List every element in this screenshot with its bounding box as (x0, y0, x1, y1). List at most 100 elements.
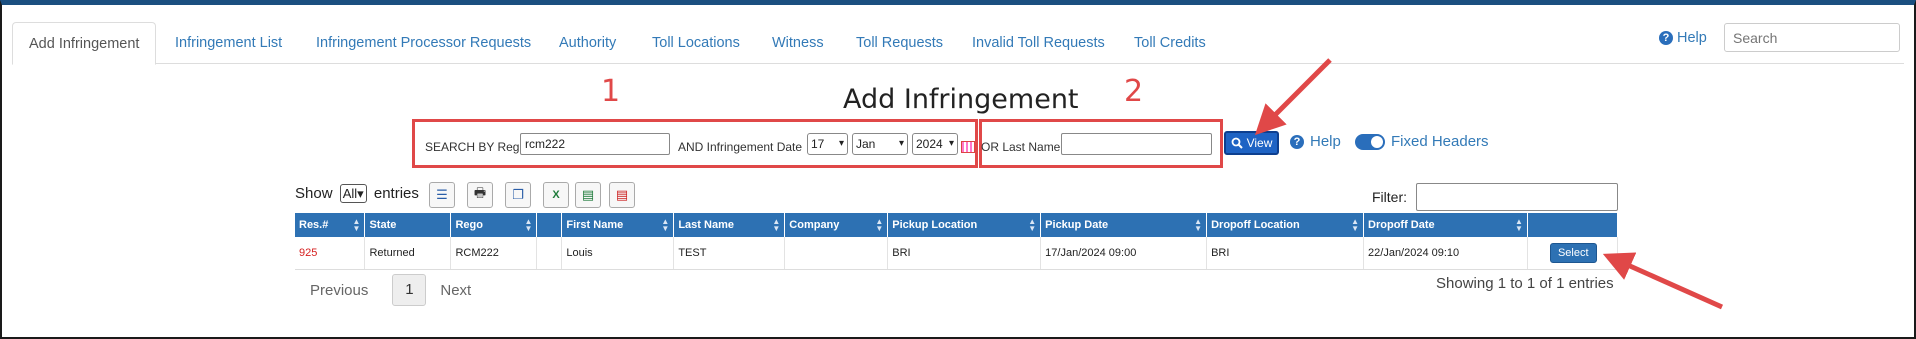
col-pickup-date[interactable]: Pickup Date ▲ ▼ (1040, 213, 1208, 237)
annotation-number-1: 1 (601, 74, 621, 109)
help-label: Help (1677, 30, 1707, 46)
pdf-button[interactable]: ▤ (609, 182, 635, 208)
question-icon: ? (1659, 31, 1673, 45)
col-first-name[interactable]: First Name ▲ ▼ (561, 213, 675, 237)
column-visibility-button[interactable]: ☰ (429, 182, 455, 208)
tab-infringement-list[interactable]: Infringement List (175, 22, 282, 64)
sort-icon: ▲ ▼ (1028, 217, 1037, 233)
cell-dropoff-location: BRI (1206, 237, 1365, 270)
tab-infringement-processor-requests[interactable]: Infringement Processor Requests (316, 22, 531, 64)
entries-label: entries (373, 185, 419, 202)
sort-icon: ▲ ▼ (661, 217, 670, 233)
select-button[interactable]: Select (1549, 242, 1597, 263)
next-button[interactable]: Next (440, 282, 471, 299)
col-dropoff-location[interactable]: Dropoff Location ▲ ▼ (1206, 213, 1365, 237)
filter-input[interactable] (1416, 183, 1618, 211)
pagination: Previous 1 Next (310, 274, 471, 306)
cell-pickup-location: BRI (887, 237, 1042, 270)
cell-last-name: TEST (673, 237, 786, 270)
sort-icon: ▲ ▼ (352, 217, 361, 233)
results-table: Res.# ▲ ▼ State Rego ▲ ▼ First Name ▲ ▼ Last N… (295, 213, 1619, 270)
day-value: 17 (811, 137, 825, 151)
chevron-down-icon: ▾ (898, 138, 904, 149)
col-blank[interactable] (536, 213, 563, 237)
sort-icon: ▲ ▼ (1351, 217, 1360, 233)
filter-label: Filter: (1372, 189, 1407, 205)
sort-icon: ▲ ▼ (1194, 217, 1203, 233)
csv-button[interactable]: ▤ (575, 182, 601, 208)
rego-input[interactable] (520, 133, 670, 155)
previous-button[interactable]: Previous (310, 282, 368, 299)
table-row: 925 Returned RCM222 Louis TEST BRI 17/Ja… (295, 237, 1619, 270)
show-label: Show (295, 185, 333, 202)
print-button[interactable]: 🖶 (467, 182, 493, 208)
chevron-down-icon: ▾ (838, 138, 844, 149)
cell-first-name: Louis (561, 237, 675, 270)
tab-invalid-toll-requests[interactable]: Invalid Toll Requests (972, 22, 1105, 64)
cell-state: Returned (364, 237, 452, 270)
copy-icon: ❐ (512, 187, 524, 202)
year-select[interactable]: 2024 ▾ (912, 133, 958, 155)
sort-icon: ▲ ▼ (1515, 217, 1523, 233)
last-name-input[interactable] (1061, 133, 1212, 155)
tab-authority[interactable]: Authority (559, 22, 616, 64)
page-title: Add Infringement (843, 84, 1079, 115)
col-last-name[interactable]: Last Name ▲ ▼ (673, 213, 786, 237)
col-res[interactable]: Res.# ▲ ▼ (295, 213, 366, 237)
cell-company (784, 237, 889, 270)
tab-toll-credits[interactable]: Toll Credits (1134, 22, 1206, 64)
col-action (1527, 213, 1619, 237)
search-icon (1231, 137, 1243, 149)
entries-info: Showing 1 to 1 of 1 entries (1436, 275, 1614, 292)
calendar-icon[interactable] (961, 141, 975, 153)
tab-toll-locations[interactable]: Toll Locations (652, 22, 740, 64)
help-link-form[interactable]: ? Help (1290, 133, 1341, 150)
cell-action: Select (1527, 237, 1619, 270)
annotation-number-2: 2 (1124, 74, 1144, 109)
list-icon: ☰ (436, 187, 448, 202)
search-input[interactable] (1724, 23, 1900, 52)
sort-icon: ▲ ▼ (524, 217, 533, 233)
excel-icon: X (552, 189, 560, 201)
cell-res[interactable]: 925 (295, 237, 366, 270)
excel-button[interactable]: X (543, 182, 569, 208)
tab-bar: Add Infringement Infringement List Infri… (12, 22, 1904, 65)
or-last-name-label: OR Last Name (981, 140, 1061, 154)
fixed-headers-label: Fixed Headers (1391, 133, 1489, 150)
table-header-row: Res.# ▲ ▼ State Rego ▲ ▼ First Name ▲ ▼ Last N… (295, 213, 1619, 237)
col-dropoff-date[interactable]: Dropoff Date ▲ ▼ (1363, 213, 1528, 237)
entries-control: Show All▾ entries (295, 184, 419, 203)
csv-icon: ▤ (581, 187, 595, 202)
question-icon: ? (1290, 134, 1304, 149)
sort-icon: ▲ ▼ (875, 217, 884, 233)
tab-toll-requests[interactable]: Toll Requests (856, 22, 943, 64)
col-pickup-location[interactable]: Pickup Location ▲ ▼ (887, 213, 1042, 237)
help-label-form: Help (1310, 133, 1341, 150)
tab-add-infringement[interactable]: Add Infringement (12, 22, 157, 65)
view-label: View (1246, 136, 1273, 150)
month-select[interactable]: Jan ▾ (852, 133, 908, 155)
print-icon: 🖶 (473, 185, 487, 200)
sort-icon: ▲ ▼ (772, 217, 781, 233)
cell-dropoff-date: 22/Jan/2024 09:10 (1363, 237, 1528, 270)
search-by-rego-label: SEARCH BY Rego (425, 140, 527, 154)
chevron-down-icon: ▾ (948, 138, 954, 149)
cell-blank (536, 237, 563, 270)
page-1-button[interactable]: 1 (392, 274, 427, 306)
entries-value: All (342, 186, 358, 201)
and-date-label: AND Infringement Date (678, 140, 803, 154)
view-button[interactable]: View (1224, 131, 1279, 155)
col-state[interactable]: State (364, 213, 452, 237)
col-rego[interactable]: Rego ▲ ▼ (450, 213, 538, 237)
cell-pickup-date: 17/Jan/2024 09:00 (1040, 237, 1208, 270)
year-value: 2024 (916, 137, 943, 151)
col-company[interactable]: Company ▲ ▼ (784, 213, 889, 237)
pdf-icon: ▤ (615, 187, 629, 202)
day-select[interactable]: 17 ▾ (807, 133, 848, 155)
help-link[interactable]: ? Help (1659, 30, 1707, 46)
entries-select[interactable]: All▾ (339, 184, 367, 203)
fixed-headers-toggle[interactable] (1355, 134, 1385, 150)
copy-button[interactable]: ❐ (505, 182, 531, 208)
tab-witness[interactable]: Witness (772, 22, 824, 64)
month-value: Jan (856, 137, 876, 151)
